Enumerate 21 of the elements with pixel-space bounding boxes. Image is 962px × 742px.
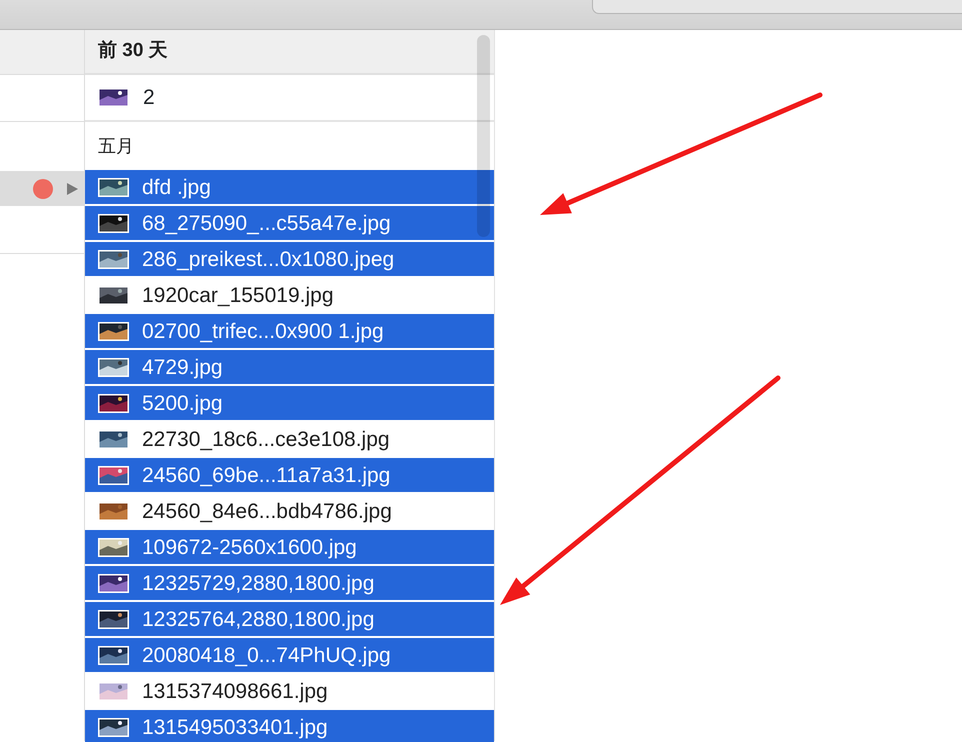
file-row[interactable]: 1315374098661.jpg <box>85 674 494 708</box>
selected-file-row[interactable]: 109672-2560x1600.jpg <box>85 530 494 564</box>
selected-file-row[interactable]: 12325764,2880,1800.jpg <box>85 602 494 636</box>
group-header: 五月 <box>97 134 135 158</box>
selected-file-row[interactable]: 20080418_0...74PhUQ.jpg <box>85 638 494 672</box>
selected-file-row[interactable]: 286_preikest...0x1080.jpeg <box>85 242 494 276</box>
selected-file-row[interactable]: 68_275090_...c55a47e.jpg <box>85 206 494 240</box>
file-row[interactable]: 24560_84e6...bdb4786.jpg <box>85 494 494 528</box>
column-header: 前 30 天 <box>85 30 494 75</box>
selected-row[interactable] <box>0 172 84 206</box>
selected-file-row[interactable]: 02700_trifec...0x900 1.jpg <box>85 314 494 348</box>
selected-file-row[interactable]: 24560_69be...11a7a31.jpg <box>85 458 494 492</box>
selected-file-row[interactable]: 4729.jpg <box>85 350 494 384</box>
selected-file-row[interactable]: 1315495033401.jpg <box>85 710 494 742</box>
selected-file-row[interactable]: 5200.jpg <box>85 386 494 420</box>
file-row[interactable]: 2 <box>85 75 494 122</box>
selected-file-row[interactable]: 12325729,2880,1800.jpg <box>85 566 494 600</box>
selected-file-row[interactable]: dfd .jpg <box>85 170 494 204</box>
file-row[interactable]: 22730_18c6...ce3e108.jpg <box>85 422 494 456</box>
file-row[interactable]: 1920car_155019.jpg <box>85 278 494 312</box>
scrollbar[interactable] <box>477 35 490 237</box>
